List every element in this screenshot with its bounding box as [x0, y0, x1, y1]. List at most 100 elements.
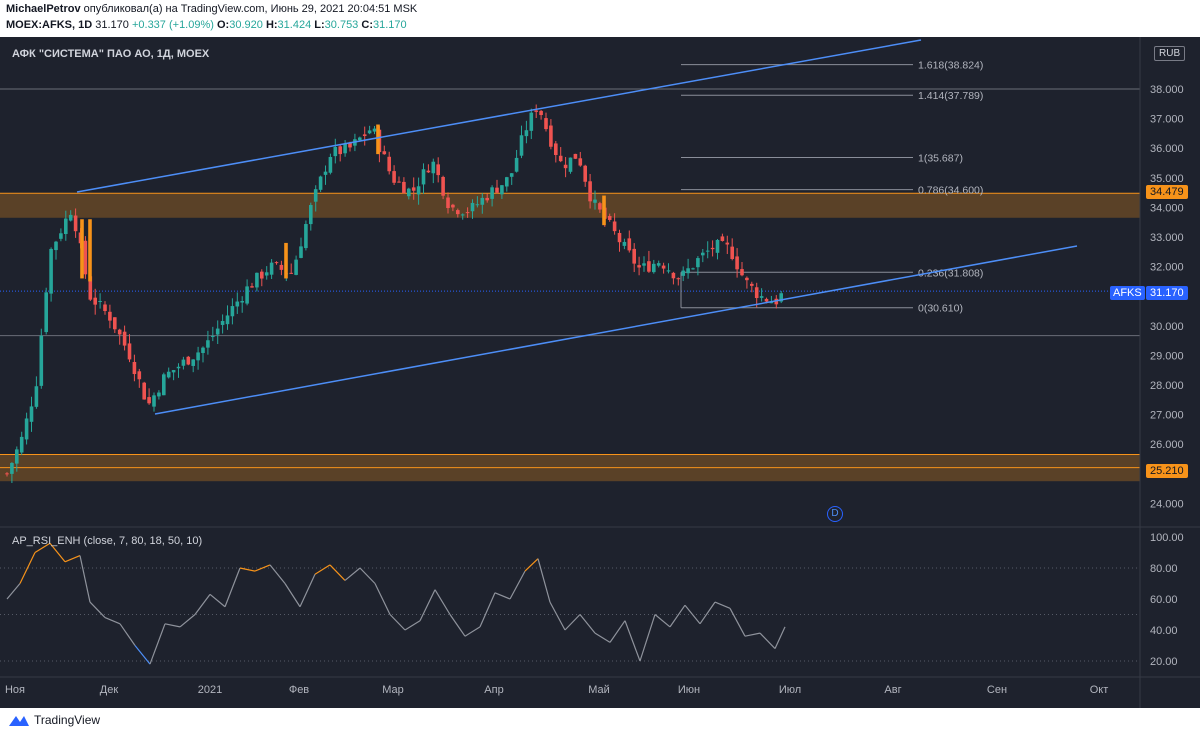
candle[interactable]: [152, 392, 156, 412]
rsi-line-segment[interactable]: [479, 592, 496, 628]
tradingview-brand[interactable]: TradingView: [8, 713, 100, 727]
fib-level-label[interactable]: 1(35.687): [918, 152, 963, 164]
candle[interactable]: [426, 164, 431, 173]
rsi-line-segment[interactable]: [609, 620, 626, 643]
candle[interactable]: [34, 376, 39, 409]
candle[interactable]: [539, 109, 543, 120]
candle[interactable]: [108, 304, 112, 329]
candle[interactable]: [524, 120, 529, 144]
fib-level-label[interactable]: 1.414(37.789): [918, 90, 983, 102]
rsi-line-segment[interactable]: [464, 626, 481, 637]
highlighted-candle[interactable]: [376, 124, 380, 155]
rsi-line-segment[interactable]: [149, 623, 166, 665]
candle[interactable]: [505, 176, 509, 192]
rsi-line-segment[interactable]: [404, 620, 421, 631]
candle[interactable]: [103, 301, 107, 315]
candle[interactable]: [201, 346, 205, 363]
candle[interactable]: [362, 126, 367, 146]
dividend-event-marker[interactable]: D: [827, 506, 843, 522]
rsi-line-segment[interactable]: [104, 617, 121, 625]
candle[interactable]: [191, 359, 195, 373]
rsi-line-segment[interactable]: [254, 564, 271, 572]
candle[interactable]: [186, 355, 191, 366]
candle[interactable]: [730, 238, 734, 261]
candle[interactable]: [49, 247, 53, 302]
fib-level-label[interactable]: 0.786(34.600): [918, 185, 983, 197]
candle[interactable]: [725, 235, 730, 255]
candle[interactable]: [206, 330, 210, 355]
candle[interactable]: [240, 296, 244, 313]
candle[interactable]: [264, 266, 269, 280]
rsi-line-segment[interactable]: [537, 558, 551, 603]
candle[interactable]: [225, 305, 230, 330]
candle[interactable]: [779, 290, 783, 304]
rsi-line-segment[interactable]: [314, 564, 331, 575]
candle[interactable]: [142, 381, 146, 400]
rsi-line-segment[interactable]: [269, 564, 286, 584]
candle[interactable]: [343, 140, 347, 157]
candle[interactable]: [132, 354, 137, 382]
chart-svg[interactable]: 1.618(38.824) 1.414(37.789) 1(35.687) 0.786…: [0, 37, 1200, 708]
rsi-line-segment[interactable]: [224, 567, 241, 607]
highlighted-candle[interactable]: [284, 242, 288, 279]
candle[interactable]: [147, 388, 151, 405]
candle[interactable]: [157, 390, 161, 400]
candle[interactable]: [495, 179, 499, 194]
legend-title[interactable]: АФК "СИСТЕМА" ПАО АО, 1Д, MOEX: [12, 48, 209, 60]
candle[interactable]: [681, 266, 685, 282]
rsi-line-segment[interactable]: [729, 608, 746, 637]
candle[interactable]: [274, 261, 279, 265]
rsi-line-segment[interactable]: [164, 623, 181, 628]
highlighted-candle[interactable]: [88, 219, 92, 282]
chart-canvas[interactable]: 1.618(38.824) 1.414(37.789) 1(35.687) 0.786…: [0, 37, 1200, 708]
candle[interactable]: [181, 356, 186, 370]
currency-label[interactable]: RUB: [1154, 46, 1186, 61]
channel-upper-line[interactable]: [76, 39, 922, 193]
rsi-line-segment[interactable]: [669, 604, 686, 628]
rsi-line-segment[interactable]: [89, 601, 106, 619]
rsi-line-segment[interactable]: [744, 632, 761, 637]
candle[interactable]: [54, 240, 58, 260]
candle[interactable]: [372, 126, 377, 135]
candle[interactable]: [83, 236, 88, 279]
rsi-title[interactable]: AP_RSI_ENH (close, 7, 80, 18, 50, 10): [12, 535, 202, 547]
candle[interactable]: [245, 279, 249, 306]
rsi-line-segment[interactable]: [774, 626, 786, 649]
candle[interactable]: [637, 256, 641, 276]
candle[interactable]: [230, 298, 235, 325]
candle[interactable]: [544, 112, 548, 132]
highlighted-candle[interactable]: [80, 219, 84, 279]
candle[interactable]: [568, 157, 573, 174]
candle[interactable]: [392, 165, 396, 186]
author-name[interactable]: MichaelPetrov: [6, 3, 81, 15]
candle[interactable]: [304, 220, 308, 251]
candle[interactable]: [382, 145, 387, 155]
rsi-line-segment[interactable]: [374, 583, 391, 615]
candle[interactable]: [558, 147, 563, 163]
candle[interactable]: [563, 157, 568, 178]
candle[interactable]: [740, 262, 744, 277]
candle[interactable]: [127, 334, 132, 363]
candle[interactable]: [289, 263, 293, 274]
rsi-line-segment[interactable]: [419, 589, 436, 621]
candle[interactable]: [113, 317, 117, 333]
candle[interactable]: [98, 293, 102, 309]
candle[interactable]: [691, 267, 695, 270]
candle[interactable]: [215, 320, 220, 345]
candle[interactable]: [745, 276, 749, 289]
highlighted-candle[interactable]: [602, 195, 606, 226]
candle[interactable]: [647, 250, 651, 273]
channel-lower-line[interactable]: [154, 245, 1078, 415]
candle[interactable]: [328, 153, 333, 175]
rsi-line-segment[interactable]: [594, 632, 611, 643]
candle[interactable]: [529, 108, 534, 140]
rsi-line-segment[interactable]: [579, 614, 596, 634]
candle[interactable]: [269, 259, 274, 280]
candle[interactable]: [19, 431, 24, 455]
fib-level-label[interactable]: 0(30.610): [918, 303, 963, 315]
candle[interactable]: [431, 158, 436, 184]
candle[interactable]: [421, 163, 426, 194]
candle[interactable]: [117, 328, 122, 345]
rsi-line-segment[interactable]: [209, 593, 226, 608]
rsi-line-segment[interactable]: [639, 614, 656, 662]
